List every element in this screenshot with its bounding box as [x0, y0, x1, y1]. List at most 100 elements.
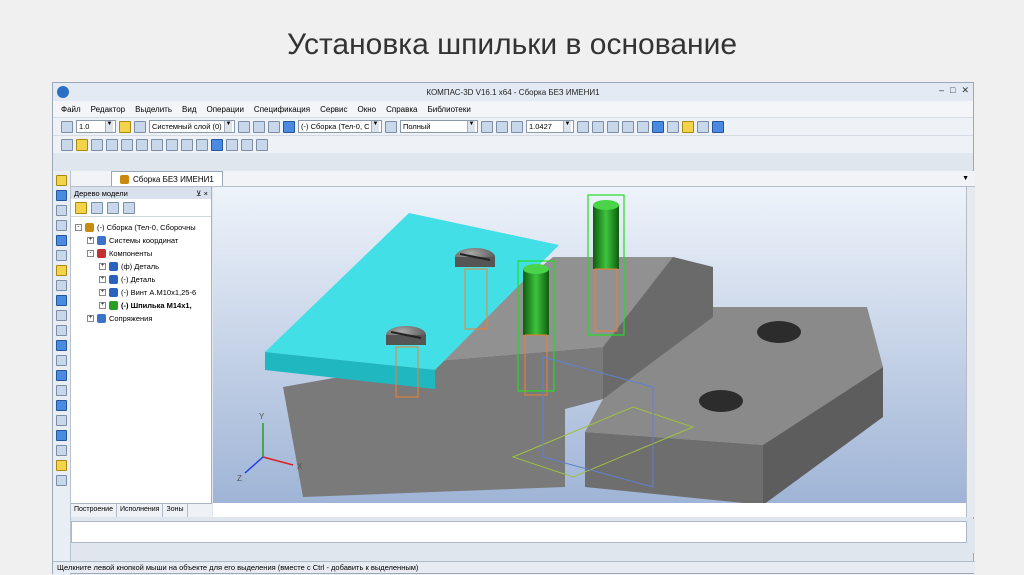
tabs-dropdown-icon[interactable]: ▼	[962, 175, 969, 182]
open-icon[interactable]	[76, 138, 88, 151]
zoom-out-icon[interactable]	[496, 120, 508, 133]
tree-item[interactable]: + Системы координат	[75, 234, 211, 247]
chevron-down-icon[interactable]: ▼	[563, 121, 571, 132]
undo-icon[interactable]	[181, 138, 193, 151]
wireframe-icon[interactable]	[607, 120, 619, 133]
tree-item[interactable]: + (ф) Деталь	[75, 260, 211, 273]
tree-expander-icon[interactable]: +	[87, 315, 94, 322]
add-component-icon[interactable]	[56, 190, 67, 201]
grid-icon[interactable]	[238, 120, 250, 133]
menu-operations[interactable]: Операции	[207, 105, 244, 114]
chevron-down-icon[interactable]: ▼	[371, 121, 379, 132]
measure-tool-icon[interactable]	[56, 310, 67, 321]
menu-edit[interactable]: Редактор	[91, 105, 125, 114]
chevron-down-icon[interactable]: ▼	[467, 121, 475, 132]
paste-icon[interactable]	[166, 138, 178, 151]
3d-viewport[interactable]: X Y Z	[213, 187, 966, 517]
tab-versions[interactable]: Исполнения	[117, 504, 164, 517]
tree-item[interactable]: + (-) Шпилька М14x1,	[75, 299, 211, 312]
shaded-icon[interactable]	[637, 120, 649, 133]
print-icon[interactable]	[106, 138, 118, 151]
layer-icon[interactable]	[134, 120, 146, 133]
component-icon[interactable]	[283, 120, 295, 133]
tree-expander-icon[interactable]: -	[87, 250, 94, 257]
step-combo[interactable]: 1.0 ▼	[76, 120, 116, 133]
menu-window[interactable]: Окно	[358, 105, 377, 114]
rotate-icon[interactable]	[577, 120, 589, 133]
edit-assembly-icon[interactable]	[56, 175, 67, 186]
minimize-icon[interactable]: –	[939, 85, 944, 96]
tree-item[interactable]: - (-) Сборка (Тел-0, Сборочны	[75, 221, 211, 234]
tree-expander-icon[interactable]: +	[99, 302, 106, 309]
variables-icon[interactable]	[226, 138, 238, 151]
tree-pin-close[interactable]: ⊻ ×	[196, 189, 208, 198]
local-cs-icon[interactable]	[253, 120, 265, 133]
rotate-component-icon[interactable]	[56, 220, 67, 231]
electric-icon[interactable]	[56, 460, 67, 471]
perspective-icon[interactable]	[667, 120, 679, 133]
viewport-scrollbar[interactable]	[966, 187, 975, 517]
report-icon[interactable]	[56, 445, 67, 456]
save-icon[interactable]	[91, 138, 103, 151]
view-mode-combo[interactable]: Полный ▼	[400, 120, 478, 133]
menu-help[interactable]: Справка	[386, 105, 417, 114]
constraint-icon[interactable]	[56, 280, 67, 291]
maximize-icon[interactable]: □	[950, 85, 955, 96]
menu-libraries[interactable]: Библиотеки	[427, 105, 470, 114]
properties-panel[interactable]	[71, 521, 967, 543]
zoom-window-icon[interactable]	[511, 120, 523, 133]
spec-icon[interactable]	[56, 325, 67, 336]
filter-tree-icon[interactable]	[56, 295, 67, 306]
sheet-metal-icon[interactable]	[56, 355, 67, 366]
axis-icon[interactable]	[56, 400, 67, 411]
tree-view-icon[interactable]	[107, 201, 119, 214]
menu-service[interactable]: Сервис	[320, 105, 347, 114]
tree-expander-icon[interactable]: +	[87, 237, 94, 244]
menu-view[interactable]: Вид	[182, 105, 196, 114]
step-icon[interactable]	[61, 120, 73, 133]
tree-expander-icon[interactable]: -	[75, 224, 82, 231]
tree-item[interactable]: + (-) Деталь	[75, 273, 211, 286]
assembly-combo[interactable]: (-) Сборка (Тел-0, С ▼	[298, 120, 382, 133]
tree-item[interactable]: + Сопряжения	[75, 312, 211, 325]
redo-icon[interactable]	[196, 138, 208, 151]
help-icon[interactable]	[256, 138, 268, 151]
plane-icon[interactable]	[56, 385, 67, 396]
chevron-down-icon[interactable]: ▼	[224, 121, 232, 132]
tab-zones[interactable]: Зоны	[163, 504, 188, 517]
diagnostic-icon[interactable]	[56, 430, 67, 441]
zoom-combo[interactable]: 1.0427 ▼	[526, 120, 574, 133]
tree-expander-icon[interactable]: +	[99, 263, 106, 270]
new-document-icon[interactable]	[61, 138, 73, 151]
tree-expander-icon[interactable]: +	[99, 289, 106, 296]
surface-icon[interactable]	[56, 340, 67, 351]
document-tab[interactable]: Сборка БЕЗ ИМЕНИ1	[111, 171, 223, 186]
tree-item[interactable]: + (-) Винт А.М10x1,25-6	[75, 286, 211, 299]
render-icon[interactable]	[712, 120, 724, 133]
properties-icon[interactable]	[241, 138, 253, 151]
filter-icon[interactable]	[385, 120, 397, 133]
hidden-lines-icon[interactable]	[622, 120, 634, 133]
tree-item[interactable]: - Компоненты	[75, 247, 211, 260]
cut-icon[interactable]	[136, 138, 148, 151]
move-component-icon[interactable]	[56, 205, 67, 216]
tree-order-icon[interactable]	[91, 201, 103, 214]
layer-combo[interactable]: Системный слой (0) ▼	[149, 120, 235, 133]
library-icon[interactable]	[211, 138, 223, 151]
shaded-edges-icon[interactable]	[652, 120, 664, 133]
menu-file[interactable]: Файл	[61, 105, 81, 114]
array-icon[interactable]	[56, 250, 67, 261]
menu-select[interactable]: Выделить	[135, 105, 172, 114]
close-icon[interactable]: ✕	[961, 85, 969, 96]
edit-part-icon[interactable]	[268, 120, 280, 133]
curve-icon[interactable]	[56, 370, 67, 381]
chevron-down-icon[interactable]: ▼	[105, 121, 113, 132]
point-icon[interactable]	[56, 415, 67, 426]
preview-icon[interactable]	[121, 138, 133, 151]
tree-structure-icon[interactable]	[75, 201, 87, 214]
misc-icon[interactable]	[56, 475, 67, 486]
section-icon[interactable]	[682, 120, 694, 133]
mate-icon[interactable]	[56, 235, 67, 246]
snap-icon[interactable]	[119, 120, 131, 133]
fastener-icon[interactable]	[56, 265, 67, 276]
